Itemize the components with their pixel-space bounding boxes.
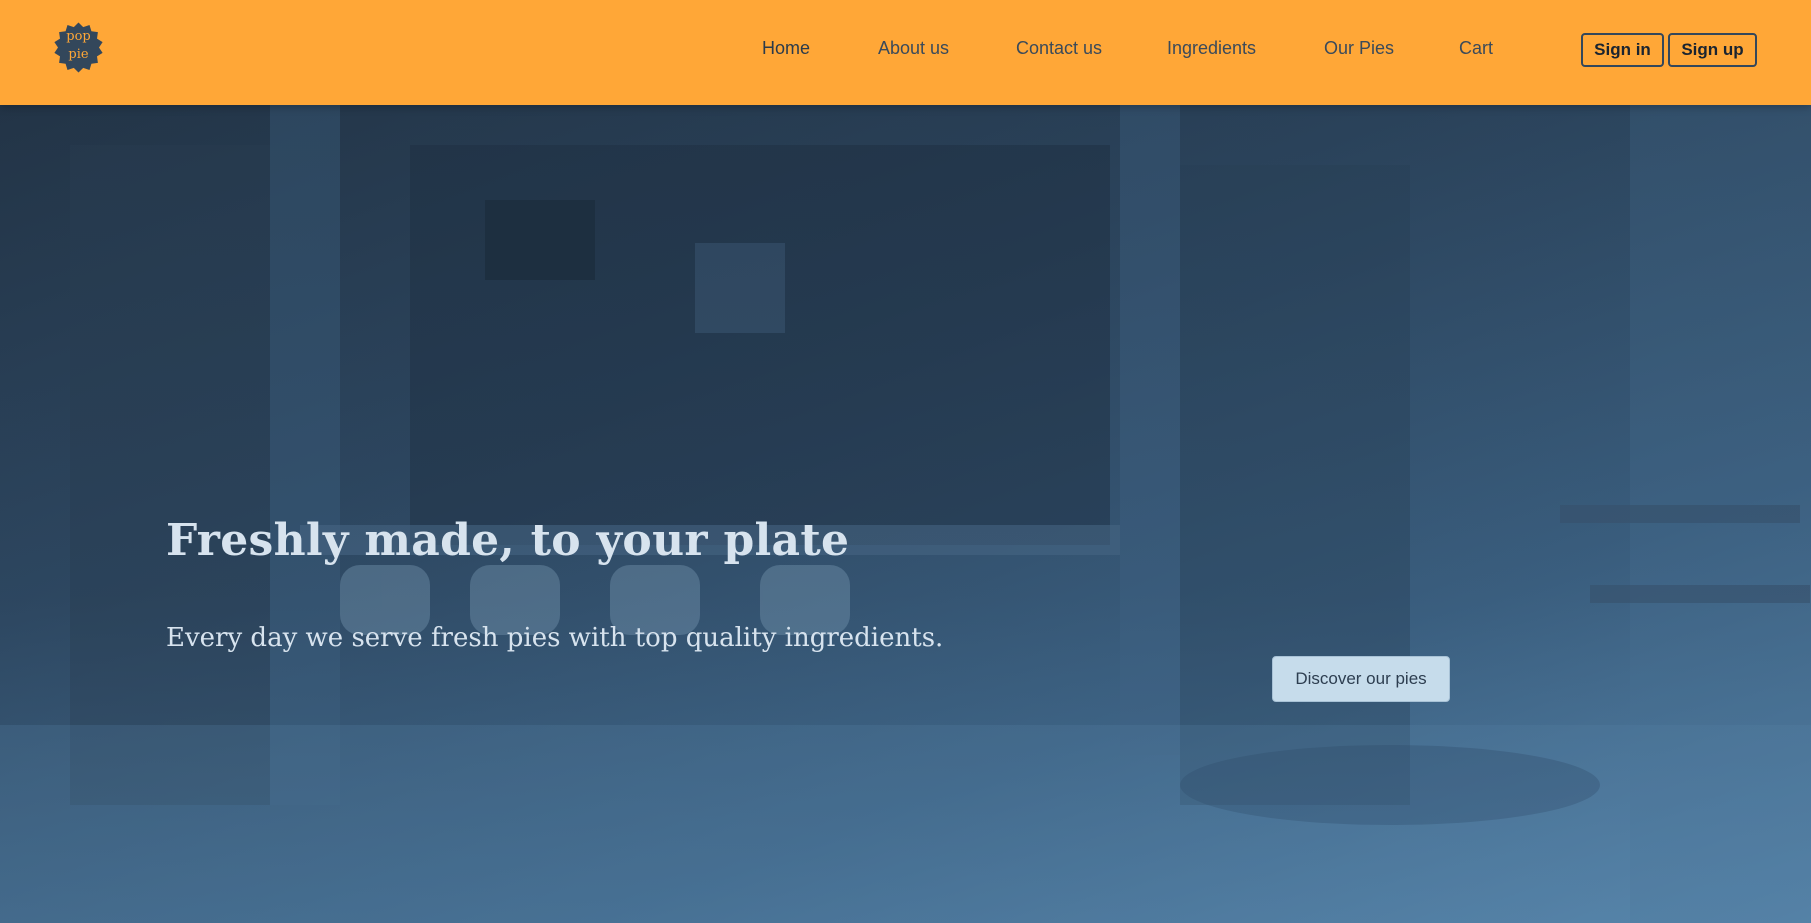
nav-about-us[interactable]: About us <box>878 38 949 59</box>
nav-contact-us[interactable]: Contact us <box>1016 38 1102 59</box>
logo-text: pop pie <box>50 28 107 64</box>
nav-ingredients[interactable]: Ingredients <box>1167 38 1256 59</box>
sign-up-button[interactable]: Sign up <box>1668 33 1757 67</box>
discover-pies-button[interactable]: Discover our pies <box>1272 656 1450 702</box>
nav-our-pies[interactable]: Our Pies <box>1324 38 1394 59</box>
hero-title: Freshly made, to your plate <box>166 515 850 566</box>
hero-section: Freshly made, to your plate Every day we… <box>0 105 1811 923</box>
site-header: pop pie Home About us Contact us Ingredi… <box>0 0 1811 105</box>
nav-home[interactable]: Home <box>762 38 810 59</box>
hero-subtitle: Every day we serve fresh pies with top q… <box>166 623 944 653</box>
nav-cart[interactable]: Cart <box>1459 38 1493 59</box>
logo[interactable]: pop pie <box>50 19 107 76</box>
hero-overlay <box>0 105 1811 923</box>
sign-in-button[interactable]: Sign in <box>1581 33 1664 67</box>
logo-line-2: pie <box>68 47 89 62</box>
logo-line-1: pop <box>66 29 91 44</box>
